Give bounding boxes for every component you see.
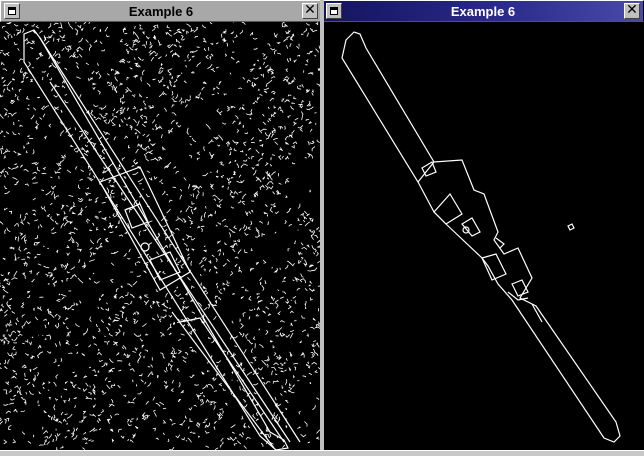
knife-outline-right	[341, 31, 621, 443]
right-image-canvas	[322, 22, 644, 450]
knife-outline-left	[23, 29, 301, 450]
noisy-edge-image	[0, 22, 322, 450]
right-titlebar[interactable]: Example 6 ✕	[322, 0, 644, 22]
window-menu-icon	[330, 7, 338, 15]
window-title: Example 6	[450, 4, 516, 19]
close-button[interactable]: ✕	[624, 2, 640, 19]
window-menu-button[interactable]	[326, 3, 342, 19]
left-image-canvas	[0, 22, 322, 450]
window-menu-button[interactable]	[4, 3, 20, 19]
right-bottom-border[interactable]	[322, 450, 644, 456]
left-bottom-border[interactable]	[0, 450, 322, 456]
close-icon: ✕	[626, 2, 638, 18]
close-button[interactable]: ✕	[302, 2, 318, 19]
window-title: Example 6	[128, 4, 194, 19]
close-icon: ✕	[304, 2, 316, 18]
window-border	[322, 0, 324, 456]
clean-edge-image	[341, 31, 621, 443]
left-window: Example 6 ✕	[0, 0, 322, 456]
right-window: Example 6 ✕	[322, 0, 644, 456]
left-titlebar[interactable]: Example 6 ✕	[0, 0, 322, 22]
window-menu-icon	[8, 7, 16, 15]
edge-noise-texture	[0, 22, 322, 450]
